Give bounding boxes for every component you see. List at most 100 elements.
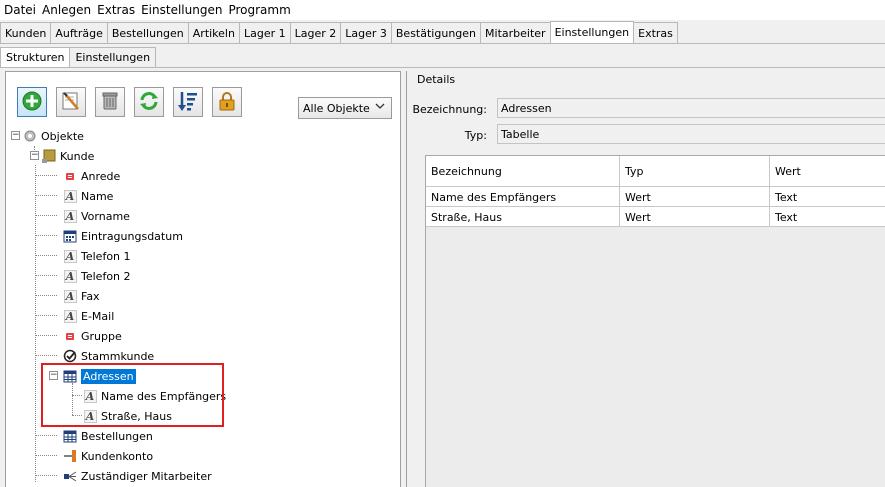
menu-anlegen[interactable]: Anlegen: [42, 3, 91, 17]
tree-label: Telefon 1: [81, 249, 131, 263]
subtab-divider: [0, 67, 885, 68]
tree-label: Anrede: [81, 169, 121, 183]
folder-cube-icon: [42, 149, 56, 163]
tab-einstellungen[interactable]: Einstellungen: [549, 21, 635, 43]
highlight-annotation: [41, 363, 224, 427]
tree-label: Vorname: [81, 209, 130, 223]
tree-node-bestellungen[interactable]: Bestellungen: [63, 426, 153, 446]
tree-node-fax[interactable]: A Fax: [63, 286, 100, 306]
tree-node-gruppe[interactable]: Gruppe: [63, 326, 122, 346]
menu-programm[interactable]: Programm: [228, 3, 290, 17]
grid-cell: Name des Empfängers: [426, 187, 620, 207]
tree-label: Gruppe: [81, 329, 122, 343]
tab-lager-3[interactable]: Lager 3: [340, 22, 392, 43]
tab-bestaetigungen[interactable]: Bestätigungen: [390, 22, 482, 43]
object-filter-select[interactable]: Alle Objekte: [298, 97, 392, 119]
text-field-icon: A: [63, 289, 77, 303]
tree-node-vorname[interactable]: A Vorname: [63, 206, 130, 226]
tree-node-anrede[interactable]: Anrede: [63, 166, 120, 186]
subtab-einstellungen[interactable]: Einstellungen: [69, 47, 157, 67]
structure-grid: Bezeichnung Typ Wert Name des Empfängers…: [425, 155, 885, 487]
grid-header: Bezeichnung Typ Wert: [426, 156, 885, 187]
grid-cell: Text: [775, 190, 798, 204]
tree-label: Bestellungen: [81, 429, 153, 443]
tree-guide: [35, 255, 57, 256]
grid-cell: Straße, Haus: [426, 207, 620, 227]
sub-tab-bar: Strukturen Einstellungen: [0, 47, 885, 67]
tree-node-kundenkonto[interactable]: Kundenkonto: [63, 446, 153, 466]
tab-auftraege[interactable]: Aufträge: [50, 22, 108, 43]
tab-artikeln[interactable]: Artikeln: [187, 22, 240, 43]
tree-node-email[interactable]: A E-Mail: [63, 306, 114, 326]
lock-button[interactable]: [212, 87, 242, 117]
tree-node-eintragungsdatum[interactable]: Eintragungsdatum: [63, 226, 183, 246]
tree-label: Eintragungsdatum: [81, 229, 183, 243]
sort-icon: [177, 90, 199, 115]
tree-label: Telefon 2: [81, 269, 131, 283]
delete-button[interactable]: [95, 87, 125, 117]
tree-label: Fax: [81, 289, 100, 303]
text-field-icon: A: [63, 249, 77, 263]
grid-cell: Text: [775, 210, 798, 224]
tree-guide: [35, 235, 57, 236]
tree-label: Zuständiger Mitarbeiter: [81, 469, 212, 483]
text-field-icon: A: [63, 189, 77, 203]
tab-bestellungen[interactable]: Bestellungen: [106, 22, 189, 43]
tree-node-objekte[interactable]: Objekte: [23, 126, 84, 146]
table-row[interactable]: Name des Empfängers Wert Text: [426, 187, 885, 207]
typ-field[interactable]: Tabelle: [497, 124, 885, 144]
tree-guide: [35, 215, 57, 216]
subtab-strukturen[interactable]: Strukturen: [0, 47, 71, 67]
tree-guide: [35, 315, 57, 316]
tree-guide: [35, 295, 57, 296]
tree-guide: [35, 195, 57, 196]
tree-node-mitarbeiter[interactable]: Zuständiger Mitarbeiter: [63, 466, 212, 486]
tab-divider: [0, 43, 885, 44]
calendar-icon: [63, 229, 77, 243]
object-filter-value: Alle Objekte: [303, 101, 370, 115]
grid-header-wert[interactable]: Wert: [770, 156, 885, 187]
menu-extras[interactable]: Extras: [97, 3, 135, 17]
tree-guide: [35, 275, 57, 276]
list-field-icon: [63, 329, 77, 343]
tree-node-telefon-2[interactable]: A Telefon 2: [63, 266, 131, 286]
refresh-button[interactable]: [134, 87, 164, 117]
grid-header-bezeichnung[interactable]: Bezeichnung: [426, 156, 620, 187]
chevron-down-icon: [375, 101, 385, 114]
menu-datei[interactable]: Datei: [4, 3, 36, 17]
add-button[interactable]: [17, 87, 47, 117]
link-icon: [63, 469, 77, 483]
tab-extras[interactable]: Extras: [633, 22, 678, 43]
refresh-icon: [138, 90, 160, 115]
edit-button[interactable]: [56, 87, 86, 117]
menu-bar: Datei Anlegen Extras Einstellungen Progr…: [0, 0, 885, 20]
tree-node-telefon-1[interactable]: A Telefon 1: [63, 246, 131, 266]
table-icon: [63, 429, 77, 443]
text-field-icon: A: [63, 309, 77, 323]
tree-label: Stammkunde: [81, 349, 155, 363]
bezeichnung-field[interactable]: Adressen: [497, 98, 885, 118]
tree-guide: [35, 455, 57, 456]
lock-icon: [216, 90, 238, 115]
structure-tree-panel: Alle Objekte − − − Objekte Kunde Anrede …: [5, 71, 401, 487]
tab-lager-1[interactable]: Lager 1: [238, 22, 291, 43]
text-field-icon: A: [63, 269, 77, 283]
tab-mitarbeiter[interactable]: Mitarbeiter: [480, 22, 551, 43]
tab-kunden[interactable]: Kunden: [0, 22, 52, 43]
collapse-kunde-toggle[interactable]: −: [30, 151, 39, 160]
tree-label: Kunde: [60, 149, 95, 163]
menu-einstellungen[interactable]: Einstellungen: [141, 3, 222, 17]
tree-label: Objekte: [41, 129, 84, 143]
tab-lager-2[interactable]: Lager 2: [289, 22, 342, 43]
tree-node-kunde[interactable]: Kunde: [42, 146, 94, 166]
grid-cell: Wert: [620, 187, 770, 207]
sort-button[interactable]: [173, 87, 203, 117]
list-field-icon: [63, 169, 77, 183]
grid-header-typ[interactable]: Typ: [620, 156, 770, 187]
tree-node-name[interactable]: A Name: [63, 186, 113, 206]
collapse-objekte-toggle[interactable]: −: [11, 131, 20, 140]
table-row[interactable]: Straße, Haus Wert Text: [426, 207, 885, 227]
tree-guide: [35, 335, 57, 336]
add-icon: [21, 90, 43, 115]
tree-guide: [35, 435, 57, 436]
